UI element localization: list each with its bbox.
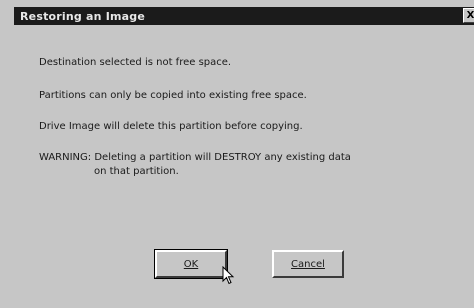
- warning-line-1: WARNING: Deleting a partition will DESTR…: [39, 152, 351, 163]
- title-bar[interactable]: Restoring an Image X: [14, 7, 474, 25]
- warning-line-2: on that partition.: [94, 166, 179, 177]
- ok-button-label: OK: [183, 258, 199, 270]
- close-button[interactable]: X: [463, 8, 474, 23]
- dialog-window: Restoring an Image X Destination selecte…: [6, 0, 474, 308]
- warning-message: WARNING: Deleting a partition will DESTR…: [39, 151, 351, 179]
- ok-button[interactable]: OK: [154, 249, 228, 279]
- message-destination: Destination selected is not free space.: [39, 57, 232, 68]
- cancel-button-label: Cancel: [291, 258, 325, 270]
- message-partitions: Partitions can only be copied into exist…: [39, 90, 307, 101]
- message-delete: Drive Image will delete this partition b…: [39, 121, 303, 132]
- close-icon: X: [466, 9, 474, 21]
- dialog-title: Restoring an Image: [20, 9, 146, 23]
- mouse-pointer-icon: [222, 266, 235, 285]
- cancel-button[interactable]: Cancel: [272, 250, 344, 278]
